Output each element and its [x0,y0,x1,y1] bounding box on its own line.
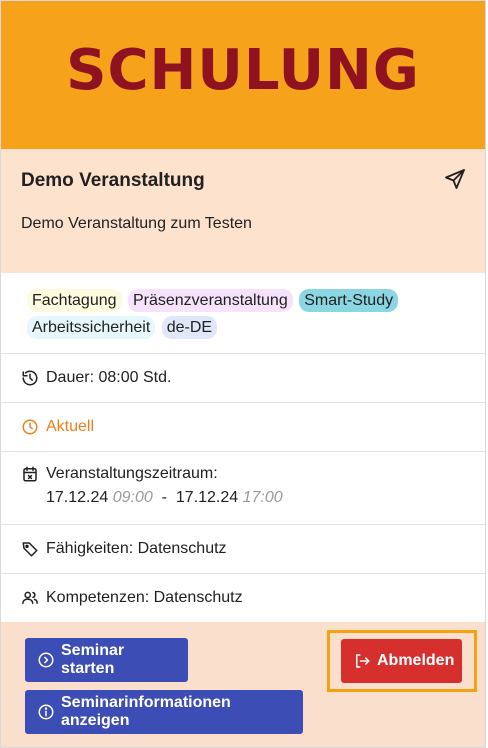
event-banner: SCHULUNG [1,1,485,149]
period-values: 17.12.24 09:00 - 17.12.24 17:00 [46,489,283,507]
period-block: Veranstaltungszeitraum: 17.12.24 09:00 -… [46,465,283,507]
status-text: Aktuell [46,418,95,435]
tag-item: de-DE [161,316,218,339]
competencies-row: Kompetenzen: Datenschutz [1,574,485,623]
period-row: Veranstaltungszeitraum: 17.12.24 09:00 -… [1,452,485,525]
logout-icon [353,652,371,670]
seminar-info-button[interactable]: Seminarinformationen anzeigen [25,690,303,734]
banner-logo-text: SCHULUNG [66,38,420,103]
status-row: Aktuell [1,403,485,452]
tag-list: Fachtagung Präsenzveranstaltung Smart-St… [1,273,485,354]
skills-text: Fähigkeiten: Datenschutz [46,540,227,557]
skills-row: Fähigkeiten: Datenschutz [1,525,485,574]
users-icon [21,589,39,607]
seminar-info-label: Seminarinformationen anzeigen [61,694,231,729]
tag-item: Präsenzveranstaltung [127,289,293,312]
tag-icon [21,540,39,558]
tag-item: Smart-Study [299,289,399,312]
play-circle-icon [37,651,55,669]
end-date: 17.12.24 [175,489,239,506]
event-card: SCHULUNG Demo Veranstaltung Demo Veranst… [0,0,486,748]
start-time: 09:00 [112,489,153,506]
period-label: Veranstaltungszeitraum: [46,465,218,482]
tag-item: Arbeitssicherheit [27,316,156,339]
history-icon [21,369,39,387]
send-icon[interactable] [443,167,467,191]
tag-item: Fachtagung [27,289,122,312]
start-seminar-label: Seminar starten [61,642,125,677]
start-date: 17.12.24 [46,489,109,506]
action-footer: Seminar starten Seminarinformationen anz… [1,622,485,747]
competencies-text: Kompetenzen: Datenschutz [46,589,243,606]
start-seminar-button[interactable]: Seminar starten [25,638,188,682]
unsubscribe-label: Abmelden [377,652,455,669]
event-header: Demo Veranstaltung Demo Veranstaltung zu… [1,149,485,273]
event-title: Demo Veranstaltung [21,170,205,191]
info-circle-icon [37,703,55,721]
period-separator: - [161,489,167,506]
end-time: 17:00 [242,489,283,506]
clock-icon [21,418,39,436]
duration-text: Dauer: 08:00 Std. [46,369,172,386]
unsubscribe-button[interactable]: Abmelden [341,639,462,683]
calendar-icon [21,465,39,483]
duration-row: Dauer: 08:00 Std. [1,354,485,403]
event-description: Demo Veranstaltung zum Testen [21,215,252,232]
